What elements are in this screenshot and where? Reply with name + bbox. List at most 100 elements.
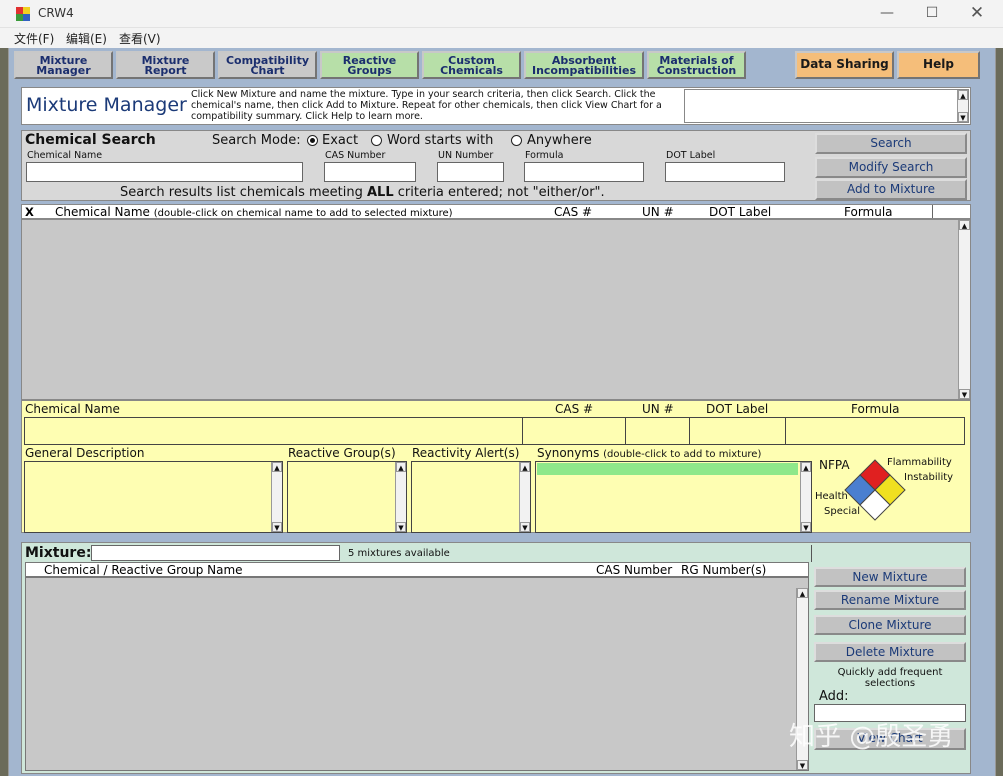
close-button[interactable]: ✕ [959, 2, 995, 26]
delete-mixture-button[interactable]: Delete Mixture [814, 642, 966, 662]
un-number-input[interactable] [437, 162, 504, 182]
scroll-up-icon[interactable]: ▲ [272, 462, 282, 472]
scroll-down-icon[interactable]: ▼ [958, 112, 968, 122]
formula-input[interactable] [524, 162, 644, 182]
new-mixture-button[interactable]: New Mixture [814, 567, 966, 587]
header-panel: Mixture Manager Click New Mixture and na… [21, 87, 971, 125]
chemical-name-input[interactable] [26, 162, 303, 182]
detail-dot-field [689, 417, 786, 445]
menu-view[interactable]: 查看(V) [119, 30, 161, 47]
quick-add-caption: Quickly add frequent selections [837, 667, 943, 689]
title-bar: CRW4 — ☐ ✕ [0, 0, 1003, 28]
add-label: Add: [819, 689, 849, 704]
dot-label-label: DOT Label [666, 150, 716, 161]
dot-label-input[interactable] [665, 162, 785, 182]
results-header: X Chemical Name (double-click on chemica… [21, 204, 971, 219]
app-client-area: Mixture Manager Mixture Report Compatibili… [8, 48, 996, 776]
tab-compatibility-chart[interactable]: Compatibility Chart [218, 51, 317, 79]
search-criteria-note: Search results list chemicals meeting AL… [120, 185, 605, 200]
col-mixture-cas: CAS Number [596, 563, 673, 577]
modify-search-button[interactable]: Modify Search [815, 157, 967, 178]
synonyms-box[interactable]: ▲ ▼ [535, 461, 812, 533]
clone-mixture-button[interactable]: Clone Mixture [814, 615, 966, 635]
detail-un-label: UN # [642, 402, 674, 416]
minimize-button[interactable]: — [869, 2, 905, 26]
tab-mixture-manager[interactable]: Mixture Manager [14, 51, 113, 79]
mode-anywhere-radio[interactable] [511, 135, 522, 146]
general-description-label: General Description [25, 446, 145, 460]
scroll-down-icon[interactable]: ▼ [959, 389, 970, 399]
search-button[interactable]: Search [815, 133, 967, 154]
detail-name-field [24, 417, 523, 445]
notes-box: ▲ ▼ [684, 89, 969, 123]
scroll-up-icon[interactable]: ▲ [801, 462, 811, 472]
mode-word-starts-label: Word starts with [387, 133, 494, 148]
scroll-up-icon[interactable]: ▲ [396, 462, 406, 472]
reactivity-alerts-box: ▲ ▼ [411, 461, 531, 533]
reactivity-alerts-label: Reactivity Alert(s) [412, 446, 520, 460]
add-to-mixture-button[interactable]: Add to Mixture [815, 179, 967, 200]
mixtures-available-count: 5 mixtures available [348, 548, 450, 559]
scroll-down-icon[interactable]: ▼ [797, 760, 808, 770]
tab-absorbent-incompatibilities[interactable]: Absorbent Incompatibilities [524, 51, 644, 79]
tab-reactive-groups[interactable]: Reactive Groups [320, 51, 419, 79]
scroll-down-icon[interactable]: ▼ [272, 522, 282, 532]
col-dot-label: DOT Label [709, 205, 772, 219]
tab-help[interactable]: Help [897, 51, 980, 79]
reactivity-alerts-scrollbar[interactable]: ▲ ▼ [519, 462, 530, 532]
col-chemical-name: Chemical Name (double-click on chemical … [55, 205, 453, 219]
mode-word-starts-radio[interactable] [371, 135, 382, 146]
cas-number-label: CAS Number [325, 150, 386, 161]
detail-cas-field [522, 417, 626, 445]
general-description-scrollbar[interactable]: ▲ ▼ [271, 462, 282, 532]
menu-file[interactable]: 文件(F) [14, 30, 54, 47]
scroll-down-icon[interactable]: ▼ [801, 522, 811, 532]
mode-anywhere-label: Anywhere [527, 133, 592, 148]
scroll-up-icon[interactable]: ▲ [959, 220, 970, 230]
mixture-divider [811, 545, 812, 562]
detail-un-field [625, 417, 690, 445]
synonyms-label: Synonyms (double-click to add to mixture… [537, 446, 762, 460]
reactive-groups-label: Reactive Group(s) [288, 446, 396, 460]
search-results-list[interactable]: ▲ ▼ [21, 219, 971, 400]
nfpa-health-label: Health [815, 491, 848, 502]
tab-mixture-report[interactable]: Mixture Report [116, 51, 215, 79]
maximize-button[interactable]: ☐ [914, 2, 950, 26]
instructions-text: Click New Mixture and name the mixture. … [191, 89, 662, 122]
app-icon [16, 7, 31, 22]
reactive-groups-scrollbar[interactable]: ▲ ▼ [395, 462, 406, 532]
scroll-up-icon[interactable]: ▲ [958, 90, 968, 100]
col-un: UN # [642, 205, 674, 219]
detail-dot-label: DOT Label [706, 402, 769, 416]
tab-custom-chemicals[interactable]: Custom Chemicals [422, 51, 521, 79]
notes-scrollbar[interactable]: ▲ ▼ [957, 90, 968, 122]
formula-label: Formula [525, 150, 564, 161]
mixture-contents-list[interactable]: ▲ ▼ [25, 577, 809, 771]
mode-exact-radio[interactable] [307, 135, 318, 146]
col-chemical-reactive-group: Chemical / Reactive Group Name [44, 563, 243, 577]
synonyms-scrollbar[interactable]: ▲ ▼ [800, 462, 811, 532]
search-title: Chemical Search [25, 132, 156, 148]
general-description-box: ▲ ▼ [24, 461, 283, 533]
column-divider [932, 205, 933, 218]
results-scrollbar[interactable]: ▲ ▼ [958, 220, 970, 399]
synonym-highlight-row[interactable] [537, 463, 798, 475]
col-rg-numbers: RG Number(s) [681, 563, 767, 577]
col-cas: CAS # [554, 205, 593, 219]
col-formula: Formula [844, 205, 893, 219]
window-title: CRW4 [38, 6, 74, 20]
scroll-up-icon[interactable]: ▲ [797, 588, 808, 598]
un-number-label: UN Number [438, 150, 494, 161]
mixture-name-input[interactable] [91, 545, 340, 561]
menu-edit[interactable]: 编辑(E) [66, 30, 107, 47]
cas-number-input[interactable] [324, 162, 416, 182]
detail-name-label: Chemical Name [25, 402, 120, 416]
detail-formula-label: Formula [851, 402, 900, 416]
tab-materials-of-construction[interactable]: Materials of Construction [647, 51, 746, 79]
mixture-label: Mixture: [25, 545, 92, 561]
scroll-down-icon[interactable]: ▼ [520, 522, 530, 532]
tab-data-sharing[interactable]: Data Sharing [795, 51, 894, 79]
scroll-up-icon[interactable]: ▲ [520, 462, 530, 472]
rename-mixture-button[interactable]: Rename Mixture [814, 590, 966, 610]
scroll-down-icon[interactable]: ▼ [396, 522, 406, 532]
